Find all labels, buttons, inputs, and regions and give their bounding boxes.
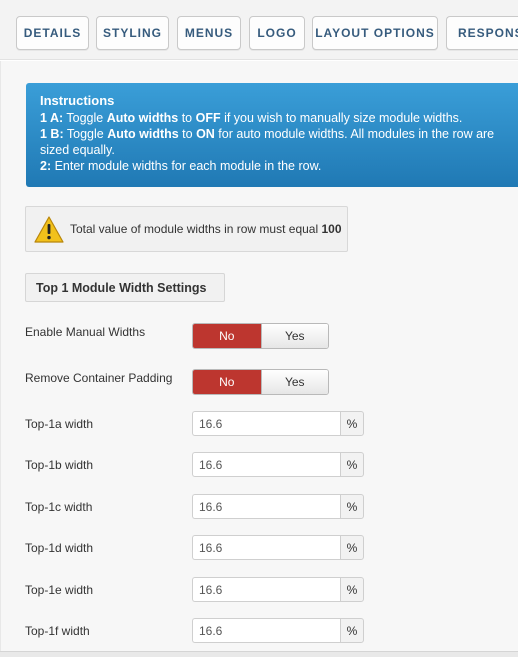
- top-1a-width-field: %: [192, 411, 364, 436]
- top-1f-width-label: Top-1f width: [25, 624, 90, 638]
- instruction-line-1a: 1 A: Toggle Auto widths to OFF if you wi…: [40, 111, 463, 125]
- top-1c-width-label: Top-1c width: [25, 500, 93, 514]
- top-1a-width-label: Top-1a width: [25, 417, 94, 431]
- instruction-line-1b: 1 B: Toggle Auto widths to ON for auto m…: [40, 127, 495, 157]
- top-1c-width-input[interactable]: [192, 494, 340, 519]
- settings-panel: Instructions 1 A: Toggle Auto widths to …: [0, 61, 518, 657]
- tab-details[interactable]: DETAILS: [16, 16, 89, 50]
- percent-addon: %: [340, 452, 364, 477]
- top-1d-width-field: %: [192, 535, 364, 560]
- container-padding-no-button[interactable]: No: [193, 370, 261, 394]
- top-1c-width-field: %: [192, 494, 364, 519]
- top-1f-width-input[interactable]: [192, 618, 340, 643]
- instructions-title: Instructions: [40, 93, 115, 108]
- width-total-warning: Total value of module widths in row must…: [25, 206, 348, 252]
- bottom-divider: [0, 651, 518, 657]
- container-padding-toggle[interactable]: No Yes: [192, 369, 329, 395]
- container-padding-yes-button[interactable]: Yes: [260, 370, 328, 394]
- manual-widths-toggle[interactable]: No Yes: [192, 323, 329, 349]
- section-title: Top 1 Module Width Settings: [25, 273, 225, 302]
- top-1e-width-label: Top-1e width: [25, 583, 94, 597]
- tab-layout-options[interactable]: LAYOUT OPTIONS: [312, 16, 438, 50]
- tab-styling[interactable]: STYLING: [96, 16, 169, 50]
- instructions-box: Instructions 1 A: Toggle Auto widths to …: [26, 83, 518, 187]
- container-padding-label: Remove Container Padding: [25, 371, 173, 385]
- percent-addon: %: [340, 535, 364, 560]
- percent-addon: %: [340, 411, 364, 436]
- top-1f-width-field: %: [192, 618, 364, 643]
- percent-addon: %: [340, 577, 364, 602]
- manual-widths-yes-button[interactable]: Yes: [260, 324, 328, 348]
- tab-logo[interactable]: LOGO: [249, 16, 305, 50]
- top-1b-width-input[interactable]: [192, 452, 340, 477]
- top-1b-width-field: %: [192, 452, 364, 477]
- top-1b-width-label: Top-1b width: [25, 458, 94, 472]
- warning-triangle-icon: [34, 215, 64, 243]
- tab-bar: DETAILS STYLING MENUS LOGO LAYOUT OPTION…: [0, 0, 518, 60]
- warning-total-value: 100: [321, 222, 342, 236]
- instruction-line-2: 2: Enter module widths for each module i…: [40, 159, 322, 173]
- tab-menus[interactable]: MENUS: [177, 16, 241, 50]
- top-1d-width-label: Top-1d width: [25, 541, 94, 555]
- percent-addon: %: [340, 494, 364, 519]
- top-1e-width-input[interactable]: [192, 577, 340, 602]
- top-1e-width-field: %: [192, 577, 364, 602]
- percent-addon: %: [340, 618, 364, 643]
- manual-widths-label: Enable Manual Widths: [25, 325, 146, 339]
- tab-responsive[interactable]: RESPONSI: [446, 16, 518, 50]
- warning-text: Total value of module widths in row must…: [70, 222, 342, 236]
- manual-widths-no-button[interactable]: No: [193, 324, 261, 348]
- top-1a-width-input[interactable]: [192, 411, 340, 436]
- top-1d-width-input[interactable]: [192, 535, 340, 560]
